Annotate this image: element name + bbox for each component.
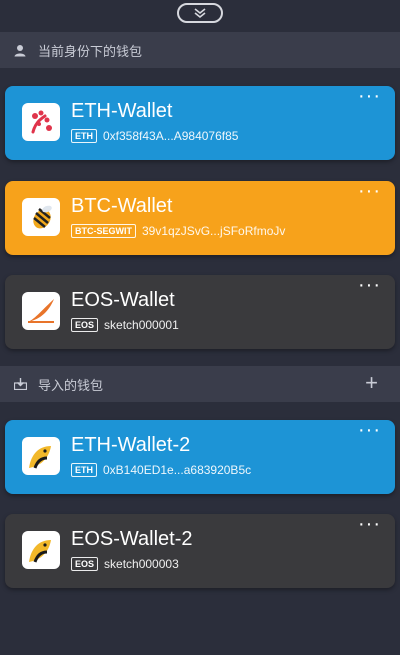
wallet-address: 0xB140ED1e...a683920B5c bbox=[103, 463, 252, 477]
add-wallet-button[interactable]: + bbox=[365, 372, 378, 394]
wallet-address: sketch000001 bbox=[104, 318, 179, 332]
wallet-name: ETH-Wallet-2 bbox=[71, 434, 191, 456]
section-imported-wallets: 导入的钱包 + bbox=[0, 366, 400, 402]
wallet-card-eos-wallet[interactable]: EOS-Wallet EOS sketch000001 ··· bbox=[5, 275, 395, 349]
wallet-card-eos-wallet-2[interactable]: EOS-Wallet-2 EOS sketch000003 ··· bbox=[5, 514, 395, 588]
wallet-name: BTC-Wallet bbox=[71, 195, 173, 217]
wallet-card-eth-wallet-2[interactable]: ETH-Wallet-2 ETH 0xB140ED1e...a683920B5c… bbox=[5, 420, 395, 494]
wallet-card-eth-wallet[interactable]: ETH-Wallet ETH 0xf358f43A...A984076f85 ·… bbox=[5, 86, 395, 160]
wallet-address: 0xf358f43A...A984076f85 bbox=[103, 129, 239, 143]
more-options-button[interactable]: ··· bbox=[358, 275, 381, 295]
orange-swoosh-logo-icon bbox=[22, 292, 60, 330]
section-current-identity-wallets: 当前身份下的钱包 bbox=[0, 32, 400, 68]
yellow-bird-logo-icon bbox=[22, 531, 60, 569]
import-icon bbox=[12, 376, 28, 392]
chain-tag: ETH bbox=[71, 129, 97, 143]
wallet-name: ETH-Wallet bbox=[71, 100, 173, 122]
yellow-bird-logo-icon bbox=[22, 437, 60, 475]
bee-logo-icon bbox=[22, 198, 60, 236]
wallet-name: EOS-Wallet bbox=[71, 289, 175, 311]
chain-tag: EOS bbox=[71, 318, 99, 332]
more-options-button[interactable]: ··· bbox=[358, 181, 381, 201]
chain-tag: ETH bbox=[71, 463, 97, 477]
more-options-button[interactable]: ··· bbox=[358, 420, 381, 440]
collapse-handle[interactable] bbox=[177, 3, 223, 23]
eth-red-logo-icon bbox=[22, 103, 60, 141]
section-title: 当前身份下的钱包 bbox=[38, 43, 143, 59]
wallet-card-btc-wallet[interactable]: BTC-Wallet BTC-SEGWIT 39v1qzJSvG...jSFoR… bbox=[5, 181, 395, 255]
chain-tag: EOS bbox=[71, 557, 99, 571]
wallet-address: 39v1qzJSvG...jSFoRfmoJv bbox=[142, 224, 286, 238]
wallet-address: sketch000003 bbox=[104, 557, 179, 571]
section-title: 导入的钱包 bbox=[38, 377, 104, 393]
more-options-button[interactable]: ··· bbox=[358, 86, 381, 106]
chain-tag: BTC-SEGWIT bbox=[71, 224, 136, 238]
person-icon bbox=[12, 42, 28, 58]
double-chevron-down-icon bbox=[194, 8, 206, 19]
more-options-button[interactable]: ··· bbox=[358, 514, 381, 534]
wallet-name: EOS-Wallet-2 bbox=[71, 528, 193, 550]
